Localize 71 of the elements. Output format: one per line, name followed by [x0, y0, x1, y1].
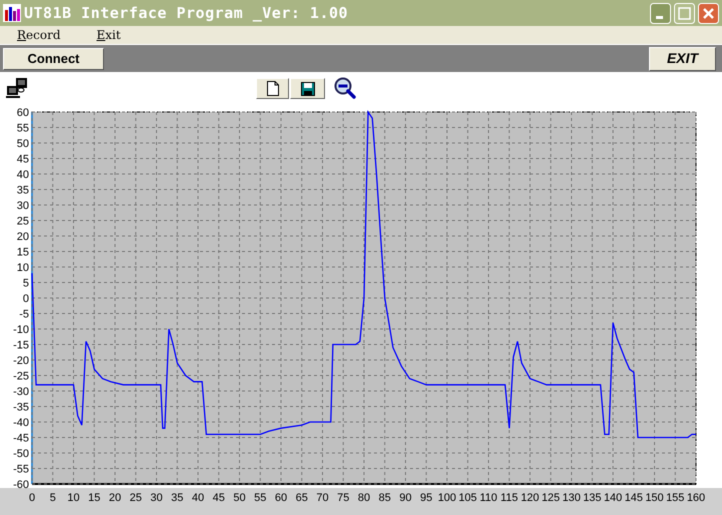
x-tick-label: 110 [480, 492, 498, 504]
x-tick-label: 65 [296, 492, 308, 504]
x-tick-label: 20 [108, 492, 122, 504]
y-tick-label: -60 [13, 479, 29, 491]
x-tick-label: 150 [645, 492, 664, 504]
x-tick-label: 145 [624, 492, 643, 504]
y-tick-label: -10 [13, 324, 29, 336]
x-tick-label: 80 [358, 492, 370, 504]
zoom-out-icon[interactable] [334, 77, 356, 99]
y-tick-label: -15 [13, 340, 29, 352]
x-tick-label: 95 [420, 492, 432, 504]
connect-button[interactable]: Connect [3, 48, 104, 70]
x-tick-label: 50 [233, 492, 246, 504]
y-tick-label: -30 [13, 386, 29, 398]
y-tick-label: 40 [16, 169, 29, 181]
y-tick-label: 0 [22, 293, 29, 305]
y-tick-label: 10 [16, 262, 29, 274]
y-tick-label: 5 [22, 278, 29, 290]
y-tick-label: -20 [13, 355, 29, 367]
y-tick-label: -45 [13, 432, 29, 444]
y-tick-label: 30 [16, 200, 29, 212]
y-tick-label: -55 [13, 464, 29, 476]
menu-item[interactable]: Exit [90, 26, 128, 44]
x-tick-label: 130 [562, 492, 581, 504]
y-tick-label: 15 [16, 246, 29, 258]
minimize-button[interactable] [650, 2, 671, 24]
window-title: UT81B Interface Program _Ver: 1.00 [24, 2, 350, 24]
x-tick-label: 90 [399, 492, 412, 504]
x-tick-label: 35 [171, 492, 184, 504]
close-button[interactable] [698, 2, 719, 24]
y-tick-label: -50 [13, 448, 29, 460]
y-tick-label: 60 [16, 107, 29, 119]
x-tick-label: 120 [520, 492, 540, 504]
x-tick-label: 155 [666, 492, 684, 504]
x-tick-label: 160 [686, 492, 706, 504]
menu-item[interactable]: Record [10, 26, 68, 44]
network-computers-icon[interactable] [6, 77, 28, 99]
x-tick-label: 60 [274, 492, 288, 504]
x-tick-label: 85 [378, 492, 391, 504]
y-tick-label: 45 [16, 154, 29, 166]
document-icon [266, 81, 278, 96]
x-tick-label: 105 [458, 492, 477, 504]
x-tick-label: 135 [583, 492, 602, 504]
x-tick-label: 30 [150, 492, 163, 504]
y-tick-label: 25 [16, 216, 29, 228]
y-tick-label: 50 [16, 138, 29, 150]
x-tick-label: 75 [337, 492, 350, 504]
x-tick-label: 25 [130, 492, 142, 504]
y-tick-label: -40 [13, 417, 29, 429]
x-tick-label: 5 [50, 492, 56, 504]
x-tick-label: 55 [254, 492, 266, 504]
x-tick-label: 15 [88, 492, 100, 504]
x-tick-label: 45 [212, 492, 225, 504]
x-tick-label: 125 [542, 492, 560, 504]
y-tick-label: -25 [13, 370, 29, 382]
x-tick-label: 0 [28, 492, 36, 504]
save-button[interactable] [290, 78, 325, 99]
x-tick-label: 40 [192, 492, 204, 504]
y-tick-label: 35 [16, 184, 29, 196]
y-tick-label: 20 [16, 231, 29, 243]
x-tick-label: 10 [67, 492, 80, 504]
y-tick-label: -5 [19, 308, 29, 320]
x-tick-label: 140 [604, 492, 622, 504]
x-tick-label: 70 [316, 492, 329, 504]
x-tick-label: 115 [500, 492, 518, 504]
exit-button[interactable]: EXIT [649, 46, 716, 70]
app-icon [3, 4, 21, 22]
new-document-button[interactable] [256, 78, 289, 99]
x-tick-label: 100 [438, 492, 456, 504]
y-tick-label: -35 [13, 402, 29, 414]
y-tick-label: 55 [16, 122, 29, 134]
